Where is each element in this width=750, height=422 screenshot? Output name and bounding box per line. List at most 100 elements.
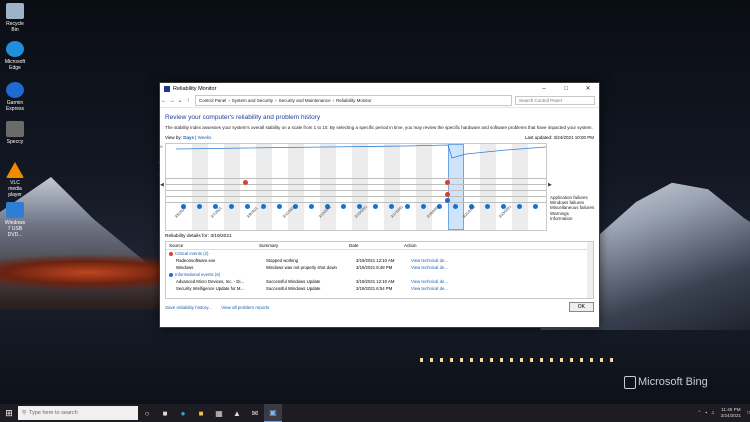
search-icon: ⚲ [22,410,27,416]
information-marker[interactable] [517,204,522,209]
col-action[interactable]: Action [404,243,593,248]
col-source[interactable]: Source [166,243,259,248]
usb-tool-icon [6,202,24,218]
desktop-icon-edge[interactable]: Microsoft Edge [3,41,27,71]
table-scrollbar[interactable] [587,242,593,298]
information-marker[interactable] [485,204,490,209]
mail-icon[interactable]: ✉ [246,404,264,422]
taskbar-search-input[interactable]: ⚲ Type here to search [18,406,138,420]
y-label-5: 5 [158,160,161,165]
chart-row-divider [166,178,546,179]
stability-index-line [175,144,546,159]
view-technical-details-link[interactable]: View technical de... [411,265,593,270]
network-icon[interactable]: ▪ [705,411,707,416]
store-icon[interactable]: ▦ [210,404,228,422]
breadcrumb-control-panel[interactable]: Control Panel [199,98,226,103]
address-path[interactable]: Control Panel › System and Security › Secu… [195,95,512,106]
table-row[interactable]: Security Intelligence Update for M... Su… [166,285,593,292]
view-technical-details-link[interactable]: View technical de... [411,258,593,263]
recycle-bin-icon [6,3,24,19]
information-marker[interactable] [373,204,378,209]
up-icon[interactable]: ↑ [184,98,192,104]
view-by-label: View by: [165,135,182,140]
breadcrumb-reliability-monitor[interactable]: Reliability Monitor [336,98,372,103]
misc-failure-marker[interactable] [445,192,450,197]
application-failure-marker[interactable] [445,180,450,185]
clock[interactable]: 11:45 PM 3/24/2021 [721,407,741,419]
desktop-icon-recycle-bin[interactable]: Recycle Bin [3,3,27,33]
edge-taskbar-icon[interactable]: ● [174,404,192,422]
page-heading: Review your computer's reliability and p… [165,114,321,121]
edge-icon [6,41,24,57]
y-label-10: 10 [158,144,163,149]
information-marker[interactable] [261,204,266,209]
col-date[interactable]: Date [349,243,404,248]
windows-start-icon[interactable]: ⊞ [0,408,18,419]
page-description: The stability index assesses your system… [165,125,593,130]
desktop-icon-speccy[interactable]: Speccy [3,121,27,145]
breadcrumb-security-maintenance[interactable]: Security and Maintenance [279,98,331,103]
details-title: Reliability details for: 3/19/2021 [165,234,232,239]
maximize-button[interactable]: □ [555,86,577,92]
information-marker[interactable] [277,204,282,209]
view-weeks-link[interactable]: Weeks [198,135,212,140]
save-history-link[interactable]: Save reliability history... [165,305,212,310]
reliability-monitor-taskbar-icon[interactable]: ▣ [264,404,282,422]
window-title: Reliability Monitor [173,85,217,92]
file-folder-icon[interactable]: ■ [192,404,210,422]
col-summary[interactable]: Summary [259,243,349,248]
file-explorer-icon[interactable]: ■ [156,404,174,422]
ok-button[interactable]: OK [568,302,594,312]
information-marker[interactable] [197,204,202,209]
speccy-icon [6,121,24,137]
task-view-icon[interactable]: ○ [138,404,156,422]
taskbar: ⊞ ⚲ Type here to search ○ ■ ● ■ ▦ ▲ ✉ ▣ … [0,404,750,422]
close-button[interactable]: ✕ [577,85,599,92]
y-label-1: 1 [158,172,161,177]
scroll-right-icon[interactable]: ▶ [548,182,552,188]
info-icon [169,272,173,277]
bing-logo-icon [624,376,636,389]
title-bar[interactable]: Reliability Monitor – □ ✕ [160,83,599,94]
information-marker[interactable] [421,204,426,209]
recent-dropdown-icon[interactable]: ⌄ [176,97,184,104]
view-all-reports-link[interactable]: View all problem reports [221,305,269,310]
information-marker[interactable] [245,204,250,209]
desktop-icon-vlc[interactable]: VLC media player [3,162,27,198]
search-input[interactable]: Search Control Panel [515,96,595,105]
information-marker[interactable] [389,204,394,209]
critical-icon [169,251,173,256]
info-group-header[interactable]: Informational events (6) [166,271,593,278]
details-table: Source Summary Date Action Critical even… [165,241,594,299]
view-technical-details-link[interactable]: View technical de... [411,279,593,284]
warning-marker[interactable] [445,198,450,203]
application-failure-marker[interactable] [243,180,248,185]
view-days-link[interactable]: Days [183,135,194,140]
back-icon[interactable]: ← [160,98,168,104]
minimize-button[interactable]: – [533,86,555,92]
information-marker[interactable] [341,204,346,209]
information-marker[interactable] [533,204,538,209]
tray-chevron-icon[interactable]: ⌃ [697,411,701,416]
chart-row-divider [166,196,546,197]
table-row[interactable]: Windows Windows was not properly shut do… [166,264,593,271]
volume-icon[interactable]: ♫ [711,411,715,416]
information-marker[interactable] [309,204,314,209]
vlc-icon [6,162,24,178]
stability-chart[interactable]: 10 5 1 ◀ ▶ 3/5/2021 3/7/2021 3/9/2021 3/11/… [158,143,552,231]
desktop-icon-garmin[interactable]: Garmin Express [3,82,27,112]
breadcrumb-system-security[interactable]: System and Security [232,98,273,103]
table-header: Source Summary Date Action [166,242,593,250]
table-row[interactable]: Advanced Micro Devices, Inc. - Di... Suc… [166,278,593,285]
desktop-icon-win7-usb[interactable]: Windows 7 USB DVD... [3,202,27,238]
security-icon[interactable]: ▲ [228,404,246,422]
legend-information: Information [550,215,573,221]
information-marker[interactable] [229,204,234,209]
table-row[interactable]: Radeonsoftware.exe Stopped working 3/19/… [166,257,593,264]
forward-icon[interactable]: → [168,98,176,104]
critical-group-header[interactable]: Critical events (2) [166,250,593,257]
scroll-left-icon[interactable]: ◀ [160,182,164,188]
information-marker[interactable] [453,204,458,209]
information-marker[interactable] [405,204,410,209]
view-technical-details-link[interactable]: View technical de... [411,286,593,291]
